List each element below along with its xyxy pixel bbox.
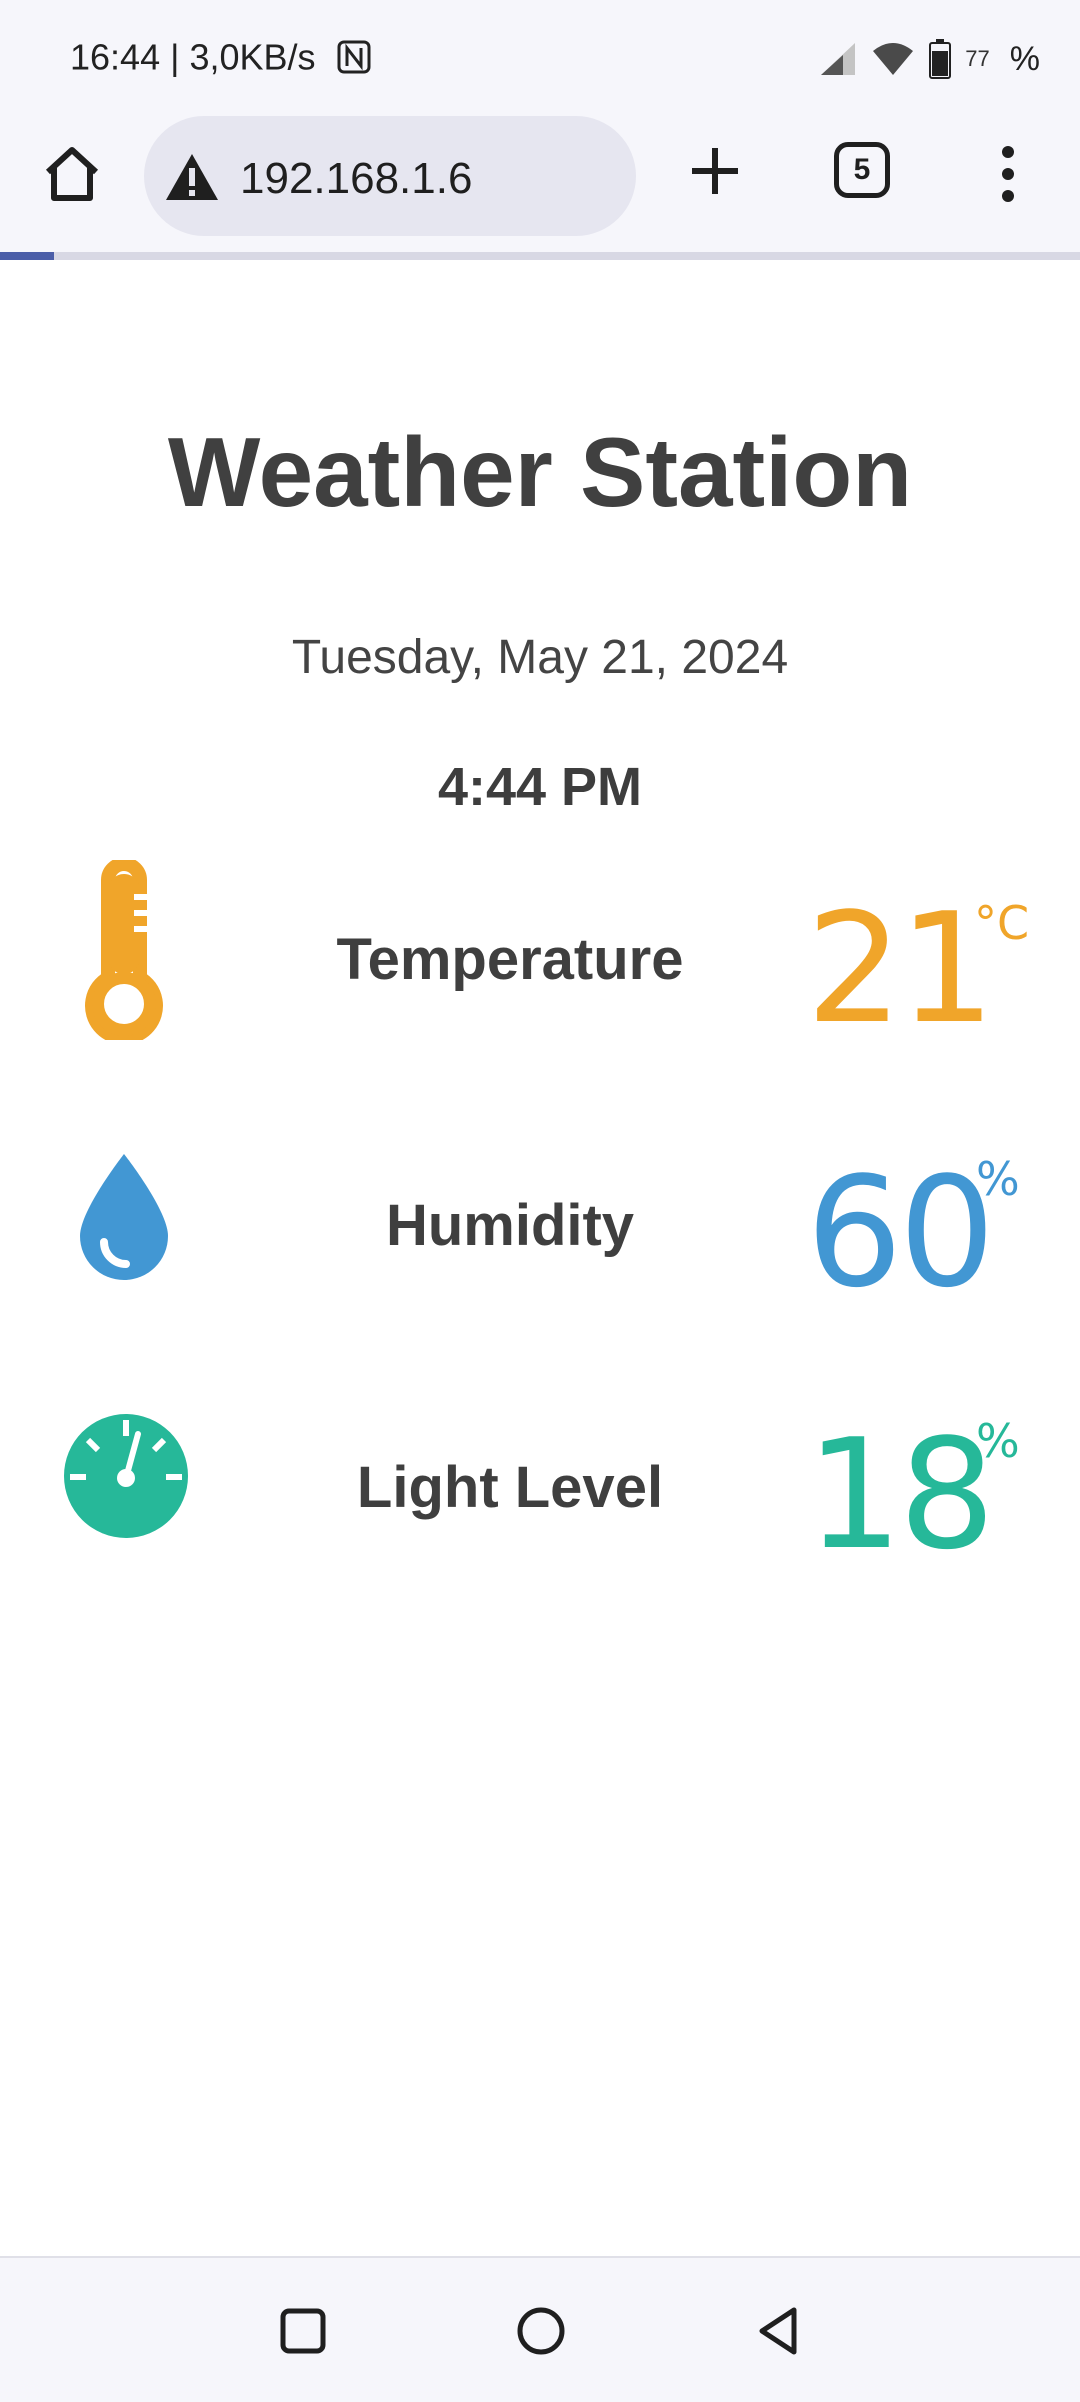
tab-count: 5 xyxy=(853,153,871,186)
status-separator: | xyxy=(170,36,180,78)
humidity-row: Humidity 60 % xyxy=(0,1124,1080,1324)
not-secure-warning-icon[interactable] xyxy=(164,152,220,202)
current-time: 4:44 PM xyxy=(437,757,643,817)
address-bar[interactable]: 192.168.1.6 xyxy=(144,116,636,236)
humidity-unit: % xyxy=(976,1152,1020,1206)
light-level-row: Light Level 18 % xyxy=(0,1386,1080,1586)
temperature-unit: °C xyxy=(974,896,1030,950)
nfc-icon xyxy=(337,40,371,74)
home-nav-icon[interactable] xyxy=(514,2304,568,2358)
more-options-icon[interactable] xyxy=(988,142,1028,206)
thermometer-icon xyxy=(85,860,163,1040)
tab-switcher-button[interactable]: 5 xyxy=(834,142,890,198)
new-tab-icon[interactable] xyxy=(680,136,750,206)
wifi-icon xyxy=(873,43,914,75)
battery-percent-symbol: % xyxy=(1009,39,1040,78)
page-load-progress xyxy=(0,252,1080,260)
url-text[interactable]: 192.168.1.6 xyxy=(240,154,472,204)
light-level-value: 18 xyxy=(806,1406,995,1583)
battery-icon xyxy=(929,39,952,79)
temperature-row: Temperature 21 °C xyxy=(0,860,1080,1060)
status-bar: 16:44 | 3,0KB/s 77 % xyxy=(0,0,1080,112)
light-level-label: Light Level xyxy=(356,1455,664,1520)
status-time: 16:44 xyxy=(70,36,161,78)
signal-icon xyxy=(821,43,856,75)
temperature-label: Temperature xyxy=(336,927,684,992)
status-left: 16:44 | 3,0KB/s xyxy=(70,34,372,78)
water-drop-icon xyxy=(80,1154,168,1280)
home-icon[interactable] xyxy=(40,142,104,206)
current-date: Tuesday, May 21, 2024 xyxy=(291,631,789,684)
gauge-icon xyxy=(64,1414,188,1538)
battery-level: 77 xyxy=(965,46,990,71)
page-title: Weather Station xyxy=(167,417,913,527)
humidity-value: 60 xyxy=(806,1144,995,1321)
humidity-label: Humidity xyxy=(385,1193,635,1258)
browser-toolbar: 192.168.1.6 5 xyxy=(0,112,1080,252)
back-icon[interactable] xyxy=(752,2304,806,2358)
system-navigation-bar xyxy=(0,2256,1080,2402)
temperature-value: 21 xyxy=(806,880,995,1057)
network-speed: 3,0KB/s xyxy=(189,36,316,78)
recent-apps-icon[interactable] xyxy=(276,2304,330,2358)
web-page: Weather Station Tuesday, May 21, 2024 4:… xyxy=(0,260,1080,2256)
light-level-unit: % xyxy=(976,1414,1020,1468)
status-right: 77 % xyxy=(817,34,1040,84)
progress-fill xyxy=(0,252,54,260)
